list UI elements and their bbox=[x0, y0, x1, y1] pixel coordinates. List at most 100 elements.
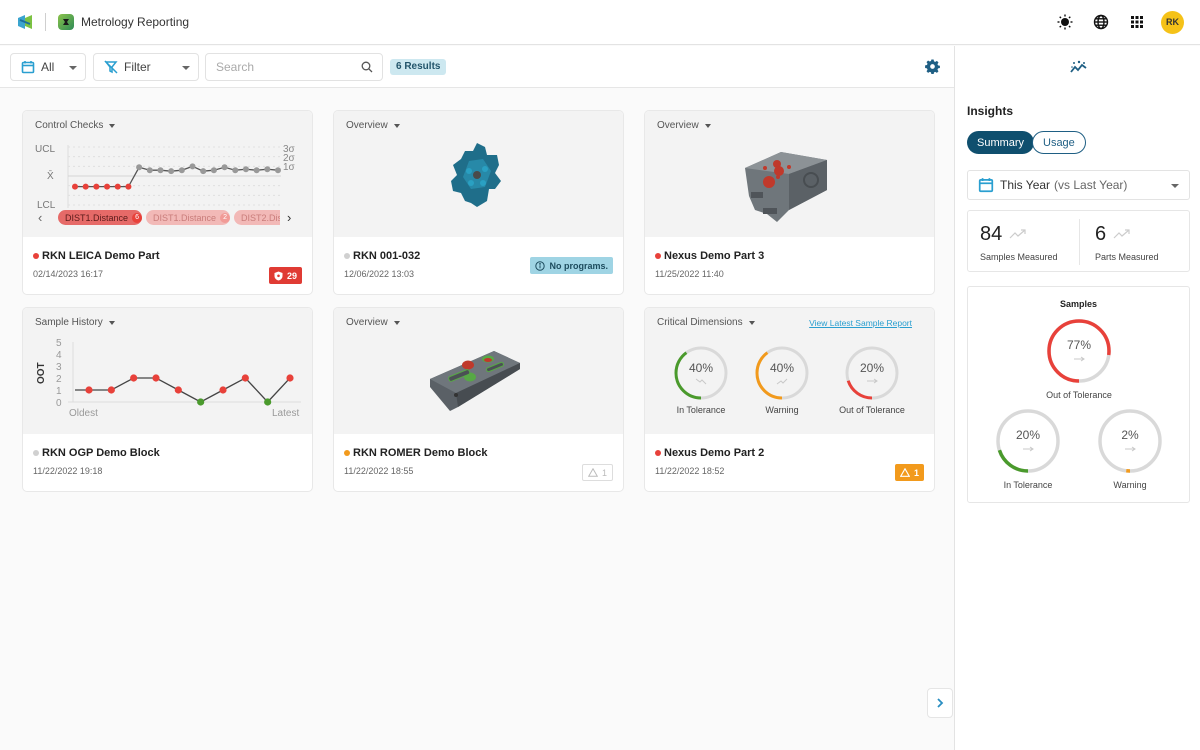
gauge-value: 40% bbox=[770, 361, 794, 375]
y-tick-label: 1 bbox=[56, 386, 62, 397]
warning-triangle-icon bbox=[587, 468, 598, 477]
search-box bbox=[205, 53, 383, 81]
period-dropdown[interactable]: This Year (vs Last Year) bbox=[967, 170, 1190, 200]
caret-down-icon bbox=[108, 320, 115, 325]
y-tick-label: 3 bbox=[56, 362, 62, 373]
card-footer: RKN OGP Demo Block 11/22/2022 19:18 bbox=[23, 434, 312, 491]
card-chart-area: Control Checks UCL X̄ LCL 3σ 2σ 1σ ‹ DIS… bbox=[23, 111, 312, 237]
warning-count-badge[interactable]: 1 bbox=[581, 464, 613, 481]
search-input[interactable] bbox=[206, 60, 356, 74]
globe-icon[interactable] bbox=[1085, 10, 1117, 34]
brand-logo-icon[interactable] bbox=[17, 14, 33, 30]
apps-grid-icon[interactable] bbox=[1121, 10, 1153, 34]
view-label: Critical Dimensions bbox=[657, 317, 743, 328]
part-card[interactable]: Overview RKN ROMER Demo Block 11/22/2022… bbox=[333, 307, 624, 492]
period-value: This Year bbox=[1000, 178, 1051, 192]
x-label-oldest: Oldest bbox=[69, 408, 98, 419]
part-name: RKN ROMER Demo Block bbox=[344, 447, 487, 459]
data-point bbox=[82, 183, 89, 190]
expand-panel-button[interactable] bbox=[927, 688, 953, 718]
data-point bbox=[114, 183, 121, 190]
chevron-down-icon bbox=[69, 66, 77, 70]
part-card[interactable]: Sample History OOT 012345 Oldest Latest … bbox=[22, 307, 313, 492]
alert-count-badge[interactable]: 29 bbox=[268, 267, 302, 284]
data-point bbox=[253, 167, 260, 174]
chevron-down-icon bbox=[1171, 184, 1179, 188]
part-name-text: RKN OGP Demo Block bbox=[42, 447, 160, 459]
part-name-text: RKN 001-032 bbox=[353, 250, 421, 262]
chip-count: 6 bbox=[132, 212, 142, 223]
stat-parts-measured: 6 Parts Measured bbox=[1080, 211, 1191, 273]
part-date: 11/22/2022 19:18 bbox=[33, 466, 103, 476]
data-point bbox=[125, 183, 132, 190]
ring-value: 20% bbox=[1016, 428, 1040, 442]
stat-label: Samples Measured bbox=[980, 252, 1058, 262]
date-filter-dropdown[interactable]: All bbox=[10, 53, 86, 81]
series-chip[interactable]: DIST1.Distance 2 bbox=[146, 210, 230, 225]
status-dot bbox=[33, 450, 39, 456]
tab-summary[interactable]: Summary bbox=[967, 131, 1035, 154]
filter-label: Filter bbox=[124, 60, 151, 74]
data-point bbox=[221, 164, 228, 171]
data-point bbox=[264, 398, 272, 406]
view-selector[interactable]: Overview bbox=[657, 120, 711, 131]
badge-text: No programs. bbox=[549, 260, 608, 271]
chevron-down-icon bbox=[182, 66, 190, 70]
calendar-icon bbox=[21, 61, 35, 74]
part-card[interactable]: Control Checks UCL X̄ LCL 3σ 2σ 1σ ‹ DIS… bbox=[22, 110, 313, 295]
view-selector[interactable]: Overview bbox=[346, 317, 400, 328]
theme-sun-icon[interactable] bbox=[1049, 10, 1081, 34]
data-point bbox=[93, 183, 100, 190]
data-point bbox=[104, 183, 111, 190]
warning-count-badge[interactable]: 1 bbox=[894, 464, 924, 481]
series-chip-row: ‹ DIST1.Distance 6 DIST1.Distance 2 DIST… bbox=[23, 210, 312, 226]
view-latest-sample-report-link[interactable]: View Latest Sample Report bbox=[809, 318, 912, 328]
filter-dropdown[interactable]: Filter bbox=[93, 53, 199, 81]
divider bbox=[45, 13, 46, 31]
data-point bbox=[275, 167, 281, 174]
data-point bbox=[197, 398, 205, 406]
search-icon[interactable] bbox=[361, 61, 373, 73]
part-name: RKN OGP Demo Block bbox=[33, 447, 160, 459]
view-selector[interactable]: Critical Dimensions bbox=[657, 317, 755, 328]
part-3d-model-image[interactable] bbox=[447, 141, 507, 211]
part-card[interactable]: Critical Dimensions View Latest Sample R… bbox=[644, 307, 935, 492]
data-point bbox=[242, 166, 249, 173]
tab-usage[interactable]: Usage bbox=[1032, 131, 1086, 154]
chevron-right-icon[interactable]: › bbox=[287, 210, 291, 225]
gauge-value: 40% bbox=[689, 361, 713, 375]
series-chip[interactable]: DIST2.Dis bbox=[234, 210, 280, 225]
x-label-latest: Latest bbox=[272, 408, 299, 419]
series-chip[interactable]: DIST1.Distance 6 bbox=[58, 210, 142, 225]
data-point bbox=[210, 167, 217, 174]
data-point bbox=[286, 374, 294, 382]
part-3d-model-image[interactable] bbox=[741, 148, 833, 224]
y-tick-label: 5 bbox=[56, 338, 62, 349]
ring-value: 2% bbox=[1121, 428, 1139, 442]
part-3d-model-image[interactable] bbox=[428, 349, 522, 413]
chevron-right-icon bbox=[937, 698, 944, 708]
chip-label: DIST2.Dis bbox=[241, 212, 280, 223]
gauge-label: Out of Tolerance bbox=[839, 405, 905, 415]
part-card[interactable]: Overview Nexus Demo Part 3 11/25/2022 11… bbox=[644, 110, 935, 295]
gear-icon[interactable] bbox=[925, 59, 940, 74]
view-selector[interactable]: Overview bbox=[346, 120, 400, 131]
view-selector[interactable]: Sample History bbox=[35, 317, 115, 328]
data-point bbox=[200, 168, 207, 175]
caret-down-icon bbox=[109, 123, 116, 128]
card-footer: RKN ROMER Demo Block 11/22/2022 18:55 1 bbox=[334, 434, 623, 491]
user-avatar[interactable]: RK bbox=[1161, 10, 1184, 34]
chip-count: 2 bbox=[220, 212, 230, 223]
badge-count: 29 bbox=[286, 270, 297, 281]
data-point bbox=[189, 163, 196, 170]
chevron-left-icon[interactable]: ‹ bbox=[38, 210, 42, 225]
part-name: RKN 001-032 bbox=[344, 250, 420, 262]
status-dot bbox=[344, 450, 350, 456]
ring-label: Out of Tolerance bbox=[1046, 390, 1112, 400]
data-point bbox=[146, 167, 153, 174]
results-count-badge: 6 Results bbox=[390, 59, 447, 75]
part-card[interactable]: Overview RKN 001-032 12/06/2022 13:03 No… bbox=[333, 110, 624, 295]
view-selector[interactable]: Control Checks bbox=[35, 120, 116, 131]
data-point bbox=[136, 164, 143, 171]
insights-sparkle-icon[interactable] bbox=[1070, 60, 1087, 74]
